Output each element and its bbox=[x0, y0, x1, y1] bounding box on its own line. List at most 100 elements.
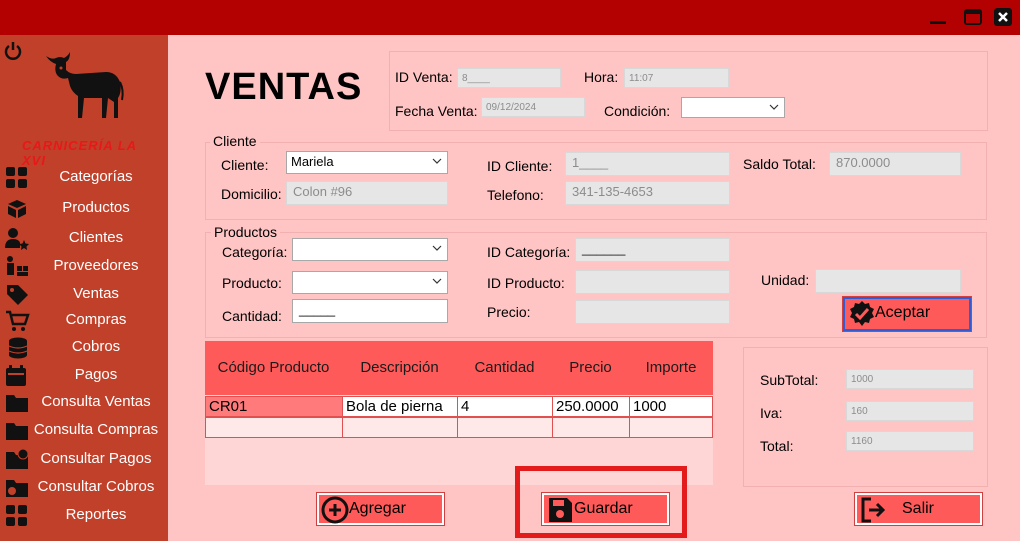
sidebar-item-label: Ventas bbox=[73, 285, 119, 302]
telefono-field[interactable]: 341-135-4653 bbox=[565, 181, 730, 205]
table-cell[interactable]: 4 bbox=[457, 396, 553, 417]
subtotal-field[interactable]: 1000 bbox=[846, 369, 974, 389]
id-cliente-label: ID Cliente: bbox=[487, 158, 553, 174]
chevron-down-icon bbox=[769, 104, 779, 110]
column-header[interactable]: Cantidad bbox=[457, 341, 552, 395]
sidebar-item-consultar-pagos[interactable]: Consultar Pagos bbox=[0, 447, 168, 471]
sales-table[interactable]: Código Producto Descripción Cantidad Pre… bbox=[205, 341, 713, 485]
sidebar-item-consulta-ventas[interactable]: Consulta Ventas bbox=[0, 390, 168, 414]
table-cell[interactable]: 1000 bbox=[629, 396, 713, 417]
precio-field[interactable] bbox=[575, 300, 730, 324]
sidebar-item-pagos[interactable]: Pagos bbox=[0, 363, 168, 387]
sidebar-item-label: Reportes bbox=[65, 506, 127, 523]
sidebar-item-label: Pagos bbox=[74, 366, 118, 383]
column-header[interactable]: Código Producto bbox=[205, 341, 342, 395]
sidebar-item-label: Consulta Ventas bbox=[41, 393, 151, 410]
power-button[interactable] bbox=[2, 40, 24, 62]
close-icon bbox=[994, 8, 1012, 26]
sidebar-item-label: Consultar Cobros bbox=[37, 478, 155, 495]
aceptar-button[interactable]: Aceptar bbox=[843, 297, 971, 331]
column-header[interactable]: Descripción bbox=[342, 341, 457, 395]
salir-label: Salir bbox=[902, 500, 935, 517]
sidebar-item-label: Proveedores bbox=[53, 257, 139, 274]
minimize-button[interactable] bbox=[929, 8, 947, 26]
id-venta-label: ID Venta: bbox=[395, 69, 453, 85]
table-cell-empty[interactable] bbox=[205, 417, 343, 438]
sidebar-item-categorías[interactable]: Categorías bbox=[0, 165, 168, 189]
telefono-label: Telefono: bbox=[487, 187, 544, 203]
sidebar-item-label: Categorías bbox=[59, 168, 133, 185]
cliente-select[interactable]: Mariela bbox=[286, 151, 448, 174]
add-circle-icon bbox=[321, 496, 349, 524]
unidad-field[interactable] bbox=[815, 269, 961, 293]
cow-logo-icon bbox=[42, 48, 126, 124]
subtotal-label: SubTotal: bbox=[760, 372, 819, 388]
condicion-select[interactable] bbox=[681, 97, 785, 118]
cliente-value: Mariela bbox=[291, 154, 334, 169]
power-icon bbox=[4, 42, 22, 60]
total-field[interactable]: 1160 bbox=[846, 431, 974, 451]
hora-field[interactable]: 11:07 bbox=[624, 68, 729, 88]
table-cell[interactable]: Bola de pierna bbox=[342, 396, 458, 417]
sidebar-item-label: Clientes bbox=[68, 229, 124, 246]
sidebar-item-compras[interactable]: Compras bbox=[0, 308, 168, 332]
sidebar-item-cobros[interactable]: Cobros bbox=[0, 335, 168, 359]
saldo-field[interactable]: 870.0000 bbox=[829, 152, 961, 176]
table-cell-empty[interactable] bbox=[629, 417, 713, 438]
table-cell[interactable]: 250.0000 bbox=[552, 396, 630, 417]
id-categoria-field[interactable]: ______ bbox=[575, 238, 730, 262]
column-header[interactable]: Precio bbox=[552, 341, 629, 395]
aceptar-label: Aceptar bbox=[875, 304, 931, 321]
salir-button[interactable]: Salir bbox=[855, 493, 982, 525]
producto-label: Producto: bbox=[222, 275, 282, 291]
domicilio-label: Domicilio: bbox=[221, 186, 282, 202]
table-cell-empty[interactable] bbox=[552, 417, 630, 438]
sidebar-item-label: Cobros bbox=[71, 338, 121, 355]
iva-field[interactable]: 160 bbox=[846, 401, 974, 421]
close-button[interactable] bbox=[994, 8, 1012, 26]
cantidad-input[interactable]: _____ bbox=[292, 299, 448, 323]
sidebar-item-productos[interactable]: Productos bbox=[0, 196, 168, 220]
minimize-icon bbox=[930, 21, 946, 24]
column-header[interactable]: Importe bbox=[629, 341, 713, 395]
maximize-icon bbox=[964, 9, 982, 25]
id-venta-field[interactable]: 8____ bbox=[457, 68, 561, 88]
exit-icon bbox=[861, 497, 886, 523]
precio-label: Precio: bbox=[487, 304, 531, 320]
chevron-down-icon bbox=[432, 245, 442, 251]
table-cell-empty[interactable] bbox=[342, 417, 458, 438]
brand-name: CARNICERÍA LA XVI bbox=[22, 138, 137, 168]
id-producto-label: ID Producto: bbox=[487, 275, 565, 291]
productos-group-title: Productos bbox=[211, 224, 281, 240]
sidebar-item-clientes[interactable]: Clientes bbox=[0, 226, 168, 250]
sidebar-item-ventas[interactable]: Ventas bbox=[0, 282, 168, 306]
id-producto-field[interactable] bbox=[575, 270, 730, 294]
id-categoria-label: ID Categoría: bbox=[487, 244, 571, 260]
sidebar-item-consulta-compras[interactable]: Consulta Compras bbox=[0, 418, 168, 442]
condicion-label: Condición: bbox=[604, 103, 671, 119]
categoria-select[interactable] bbox=[292, 238, 448, 261]
cliente-label: Cliente: bbox=[221, 157, 269, 173]
sidebar-item-label: Productos bbox=[62, 199, 130, 216]
agregar-label: Agregar bbox=[349, 500, 406, 517]
chevron-down-icon bbox=[432, 278, 442, 284]
sidebar-item-reportes[interactable]: Reportes bbox=[0, 503, 168, 527]
sidebar-item-label: Consulta Compras bbox=[33, 421, 159, 438]
header-panel bbox=[389, 51, 988, 131]
table-cell-empty[interactable] bbox=[457, 417, 553, 438]
sidebar-item-consultar-cobros[interactable]: Consultar Cobros bbox=[0, 475, 168, 499]
producto-select[interactable] bbox=[292, 271, 448, 294]
fecha-venta-field[interactable]: 09/12/2024 bbox=[481, 97, 585, 117]
fecha-venta-label: Fecha Venta: bbox=[395, 103, 478, 119]
sidebar-item-proveedores[interactable]: Proveedores bbox=[0, 254, 168, 278]
iva-label: Iva: bbox=[760, 405, 783, 421]
domicilio-field[interactable]: Colon #96 bbox=[286, 181, 448, 205]
maximize-button[interactable] bbox=[963, 8, 982, 26]
cliente-group-title: Cliente bbox=[210, 133, 260, 149]
unidad-label: Unidad: bbox=[761, 272, 810, 288]
agregar-button[interactable]: Agregar bbox=[317, 493, 444, 525]
chevron-down-icon bbox=[432, 158, 442, 164]
title-bar bbox=[0, 0, 1020, 35]
table-cell[interactable]: CR01 bbox=[205, 396, 343, 417]
id-cliente-field[interactable]: 1____ bbox=[565, 152, 730, 176]
